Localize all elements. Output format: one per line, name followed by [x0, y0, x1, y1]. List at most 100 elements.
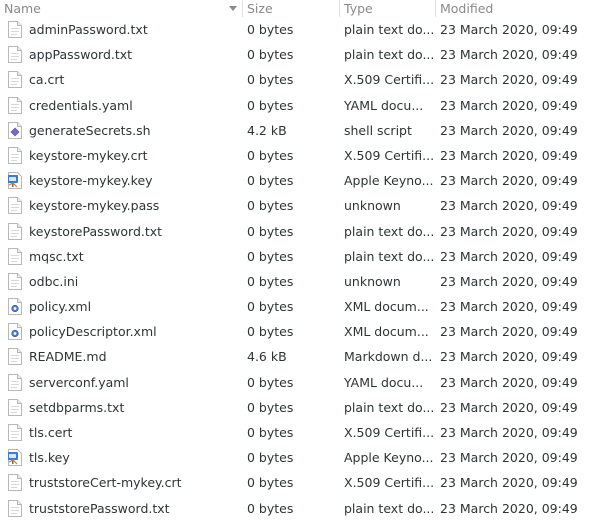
- file-row[interactable]: serverconf.yaml 0 bytes YAML docu... 23 Mar…: [0, 370, 594, 395]
- file-type: X.509 Certifi...: [344, 147, 435, 163]
- file-name: policy.xml: [29, 299, 92, 315]
- file-row[interactable]: tls.cert 0 bytes X.509 Certifi... 23 March …: [0, 420, 594, 445]
- column-header-size[interactable]: Size: [243, 0, 340, 17]
- text-file-icon: [8, 373, 22, 391]
- file-size: 0 bytes: [247, 223, 294, 239]
- file-type: plain text do...: [344, 248, 435, 264]
- file-row[interactable]: ca.crt 0 bytes X.509 Certifi... 23 March 20…: [0, 67, 594, 92]
- text-file-icon: [8, 424, 22, 441]
- file-row[interactable]: keystore-mykey.key 0 bytes Apple Keyno... 2…: [0, 168, 594, 193]
- column-header-modified[interactable]: Modified: [436, 0, 594, 17]
- column-header-type[interactable]: Type: [340, 0, 436, 17]
- file-modified: 23 March 2020, 09:49: [440, 399, 578, 415]
- file-row[interactable]: mqsc.txt 0 bytes plain text do... 23 March …: [0, 244, 594, 269]
- file-type: Apple Keyno...: [344, 450, 434, 466]
- file-row[interactable]: truststorePassword.txt 0 bytes plain text …: [0, 496, 594, 521]
- file-size: 0 bytes: [247, 374, 294, 390]
- file-row[interactable]: README.md 4.6 kB Markdown d... 23 March 202…: [0, 344, 594, 369]
- file-type: YAML docu...: [344, 374, 424, 390]
- file-size: 0 bytes: [247, 475, 294, 491]
- file-row[interactable]: policyDescriptor.xml 0 bytes XML docum... 2…: [0, 319, 594, 344]
- text-file-icon: [8, 71, 22, 89]
- file-rows: adminPassword.txt 0 bytes plain text do...…: [0, 17, 594, 521]
- column-header-name[interactable]: Name: [0, 0, 243, 17]
- file-type: plain text do...: [344, 500, 435, 516]
- text-file-icon: [8, 499, 22, 517]
- file-row[interactable]: truststoreCert-mykey.crt 0 bytes X.509 Cer…: [0, 470, 594, 495]
- file-size: 0 bytes: [247, 500, 294, 516]
- file-name: ca.crt: [29, 72, 65, 88]
- file-row[interactable]: appPassword.txt 0 bytes plain text do... 23…: [0, 42, 594, 67]
- file-size: 0 bytes: [247, 72, 294, 88]
- file-type: Markdown d...: [344, 349, 433, 365]
- file-row[interactable]: tls.key 0 bytes Apple Keyno... 23 March 202…: [0, 445, 594, 470]
- file-size: 0 bytes: [247, 450, 294, 466]
- file-type: YAML docu...: [344, 97, 424, 113]
- file-modified: 23 March 2020, 09:49: [440, 173, 578, 189]
- file-modified: 23 March 2020, 09:49: [440, 22, 578, 37]
- file-size: 0 bytes: [247, 273, 294, 289]
- file-name: policyDescriptor.xml: [29, 324, 157, 340]
- file-name: generateSecrets.sh: [29, 122, 151, 138]
- file-size: 0 bytes: [247, 399, 294, 415]
- file-type: plain text do...: [344, 399, 435, 415]
- file-modified: 23 March 2020, 09:49: [440, 299, 578, 315]
- file-row[interactable]: odbc.ini 0 bytes unknown 23 March 2020, 09:…: [0, 269, 594, 294]
- xml-file-icon: [8, 323, 22, 341]
- file-size: 0 bytes: [247, 248, 294, 264]
- file-type: X.509 Certifi...: [344, 425, 435, 440]
- file-name: tls.cert: [29, 425, 73, 440]
- file-name: serverconf.yaml: [29, 374, 129, 390]
- file-row[interactable]: credentials.yaml 0 bytes YAML docu... 23 Ma…: [0, 93, 594, 118]
- text-file-icon: [8, 197, 22, 215]
- file-size: 0 bytes: [247, 324, 294, 340]
- file-row[interactable]: policy.xml 0 bytes XML docum... 23 March 20…: [0, 294, 594, 319]
- sort-descending-icon[interactable]: [229, 6, 237, 11]
- column-header-type-label: Type: [344, 1, 373, 16]
- file-modified: 23 March 2020, 09:49: [440, 324, 578, 340]
- file-modified: 23 March 2020, 09:49: [440, 198, 578, 214]
- file-modified: 23 March 2020, 09:49: [440, 248, 578, 264]
- column-header-modified-label: Modified: [440, 1, 494, 16]
- file-modified: 23 March 2020, 09:49: [440, 223, 578, 239]
- file-size: 0 bytes: [247, 299, 294, 315]
- file-modified: 23 March 2020, 09:49: [440, 47, 578, 63]
- file-name: appPassword.txt: [29, 47, 133, 63]
- file-row[interactable]: generateSecrets.sh 4.2 kB shell script 23 M…: [0, 118, 594, 143]
- file-name: adminPassword.txt: [29, 22, 148, 37]
- file-type: shell script: [344, 122, 412, 138]
- file-name: keystorePassword.txt: [29, 223, 163, 239]
- text-file-icon: [8, 222, 22, 240]
- file-row[interactable]: keystorePassword.txt 0 bytes plain text do…: [0, 219, 594, 244]
- xml-file-icon: [8, 298, 22, 316]
- file-modified: 23 March 2020, 09:49: [440, 475, 578, 491]
- file-row[interactable]: setdbparms.txt 0 bytes plain text do... 23 …: [0, 395, 594, 420]
- file-name: setdbparms.txt: [29, 399, 125, 415]
- file-name: keystore-mykey.crt: [29, 147, 148, 163]
- file-row[interactable]: keystore-mykey.crt 0 bytes X.509 Certifi..…: [0, 143, 594, 168]
- text-file-icon: [8, 272, 22, 290]
- text-file-icon: [8, 474, 22, 492]
- file-modified: 23 March 2020, 09:49: [440, 425, 578, 440]
- text-file-icon: [8, 398, 22, 416]
- file-modified: 23 March 2020, 09:49: [440, 450, 578, 466]
- file-type: plain text do...: [344, 223, 435, 239]
- script-file-icon: [8, 121, 22, 139]
- file-name: tls.key: [29, 450, 70, 466]
- file-type: X.509 Certifi...: [344, 72, 435, 88]
- file-size: 0 bytes: [247, 97, 294, 113]
- text-file-icon: [8, 21, 22, 38]
- file-row[interactable]: keystore-mykey.pass 0 bytes unknown 23 Marc…: [0, 193, 594, 218]
- file-size: 4.2 kB: [247, 122, 287, 138]
- file-type: X.509 Certifi...: [344, 475, 435, 491]
- file-name: keystore-mykey.pass: [29, 198, 160, 214]
- file-modified: 23 March 2020, 09:49: [440, 374, 578, 390]
- keynote-file-icon: [8, 172, 22, 190]
- file-size: 4.6 kB: [247, 349, 287, 365]
- file-row[interactable]: adminPassword.txt 0 bytes plain text do...…: [0, 17, 594, 42]
- file-size: 0 bytes: [247, 147, 294, 163]
- text-file-icon: [8, 96, 22, 114]
- file-type: XML docum...: [344, 324, 429, 340]
- file-name: README.md: [29, 349, 107, 365]
- file-size: 0 bytes: [247, 173, 294, 189]
